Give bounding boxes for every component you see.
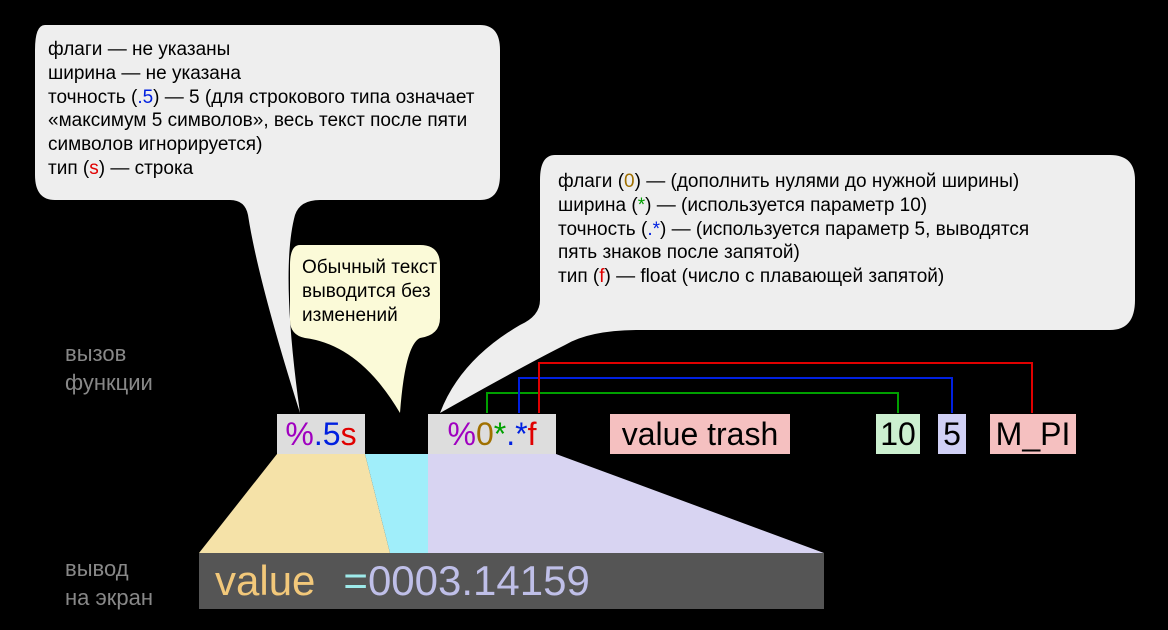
label-output: вывод на экран [65,555,153,612]
output-bar: value = 0003.14159 [199,553,824,609]
bubble-left: флаги — не указаны ширина — не указана т… [48,38,493,181]
token-arg-width: 10 [876,414,920,454]
bubble-right: флаги (0) — (дополнить нулями до нужной … [558,170,1133,289]
token-fmt2: %0*.*f [428,414,556,454]
label-function-call: вызов функции [65,340,153,397]
token-arg-str: value trash [610,414,790,454]
bubble-center: Обычный текст выводится без изменений [302,256,442,327]
token-fmt1: %.5s [277,414,365,454]
token-arg-prec: 5 [938,414,966,454]
token-arg-value: M_PI [990,414,1076,454]
